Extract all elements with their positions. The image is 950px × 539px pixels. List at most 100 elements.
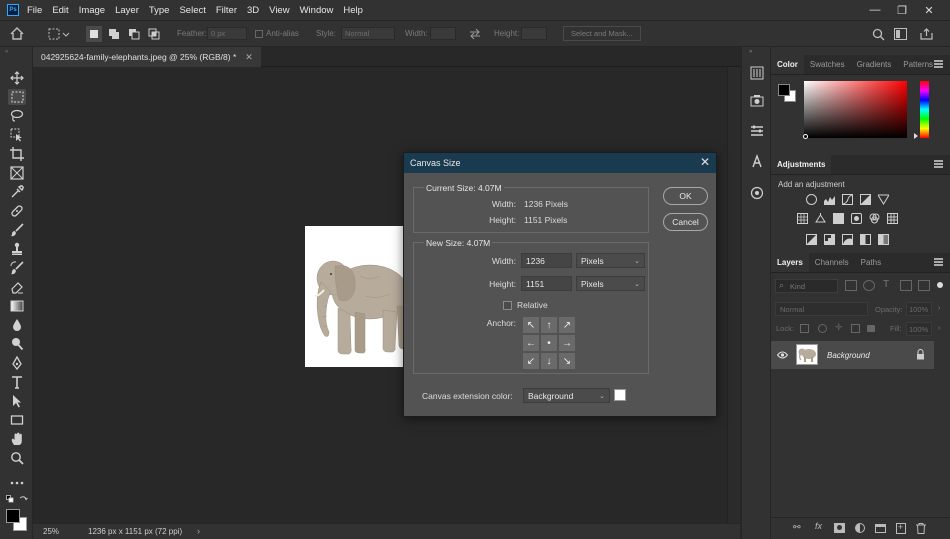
filter-toggle-icon[interactable]: [937, 282, 943, 288]
fill-input[interactable]: 100%: [906, 322, 932, 336]
channel-mixer-icon[interactable]: [869, 213, 880, 224]
black-white-icon[interactable]: [833, 213, 844, 224]
layers-panel-menu-icon[interactable]: [934, 258, 943, 266]
tab-patterns[interactable]: Patterns: [897, 54, 939, 74]
more-tools-icon[interactable]: [8, 475, 26, 491]
menu-filter[interactable]: Filter: [216, 5, 237, 16]
search-icon[interactable]: [872, 28, 885, 41]
color-balance-icon[interactable]: [815, 213, 826, 224]
width-input[interactable]: 1236: [521, 253, 572, 268]
menu-edit[interactable]: Edit: [52, 5, 68, 16]
pen-tool-icon[interactable]: [8, 355, 26, 371]
anchor-center[interactable]: •: [541, 335, 557, 351]
ok-button[interactable]: OK: [663, 187, 708, 205]
levels-icon[interactable]: [824, 194, 835, 205]
tab-adjustments[interactable]: Adjustments: [771, 154, 832, 174]
tab-swatches[interactable]: Swatches: [804, 54, 851, 74]
filter-shape-icon[interactable]: [900, 280, 912, 291]
object-selection-tool-icon[interactable]: [8, 127, 26, 143]
lasso-tool-icon[interactable]: [8, 108, 26, 124]
opacity-dropdown-icon[interactable]: ›: [938, 305, 940, 312]
anchor-top-left[interactable]: ↖: [523, 317, 539, 333]
anchor-bottom[interactable]: ↓: [541, 353, 557, 369]
color-picker-cursor[interactable]: [803, 134, 808, 139]
collapse-strip-icon[interactable]: »: [749, 49, 752, 55]
type-tool-icon[interactable]: [8, 374, 26, 390]
menu-image[interactable]: Image: [79, 5, 105, 16]
gradient-map-icon[interactable]: [860, 234, 871, 245]
gradient-tool-icon[interactable]: [8, 298, 26, 314]
dodge-tool-icon[interactable]: [8, 336, 26, 352]
color-lookup-icon[interactable]: [887, 213, 898, 224]
brush-tool-icon[interactable]: [8, 222, 26, 238]
height-unit-select[interactable]: Pixels ⌄: [576, 276, 645, 291]
subtract-from-selection-icon[interactable]: [126, 26, 142, 42]
collapse-toolbar-icon[interactable]: «: [5, 49, 8, 55]
threshold-icon[interactable]: [842, 234, 853, 245]
dialog-close-icon[interactable]: ✕: [700, 156, 710, 168]
hand-tool-icon[interactable]: [8, 431, 26, 447]
cancel-button[interactable]: Cancel: [663, 213, 708, 231]
document-tab[interactable]: 042925624-family-elephants.jpeg @ 25% (R…: [33, 47, 261, 67]
tab-color[interactable]: Color: [771, 54, 804, 74]
feather-input[interactable]: 0 px: [207, 27, 247, 40]
menu-file[interactable]: File: [27, 5, 42, 16]
dialog-titlebar[interactable]: Canvas Size: [404, 153, 716, 173]
vibrance-icon[interactable]: [878, 194, 889, 205]
tab-paths[interactable]: Paths: [855, 252, 887, 272]
lock-position-icon[interactable]: ✛: [835, 322, 843, 333]
lock-artboard-icon[interactable]: [851, 324, 860, 333]
delete-layer-icon[interactable]: [916, 523, 926, 534]
photo-filter-icon[interactable]: [851, 213, 862, 224]
menu-type[interactable]: Type: [149, 5, 170, 16]
anchor-left[interactable]: ←: [523, 335, 539, 351]
fill-dropdown-icon[interactable]: ›: [938, 325, 940, 332]
close-document-icon[interactable]: ✕: [245, 52, 253, 63]
link-layers-icon[interactable]: ⚯: [793, 522, 801, 533]
anchor-bottom-left[interactable]: ↙: [523, 353, 539, 369]
navigator-panel-icon[interactable]: [749, 185, 765, 201]
menu-3d[interactable]: 3D: [247, 5, 259, 16]
swap-icon[interactable]: [469, 28, 481, 40]
history-panel-icon[interactable]: [749, 65, 765, 81]
clone-stamp-tool-icon[interactable]: [8, 241, 26, 257]
close-window-button[interactable]: ✕: [918, 0, 940, 20]
exposure-icon[interactable]: [860, 194, 871, 205]
history-brush-tool-icon[interactable]: [8, 260, 26, 276]
color-picker-field[interactable]: [804, 81, 907, 138]
menu-layer[interactable]: Layer: [115, 5, 139, 16]
blur-tool-icon[interactable]: [8, 317, 26, 333]
layer-kind-filter[interactable]: ⌕ Kind: [775, 279, 838, 293]
zoom-level[interactable]: 25%: [43, 527, 59, 536]
zoom-tool-icon[interactable]: [8, 450, 26, 466]
new-adjustment-layer-icon[interactable]: [855, 523, 865, 533]
properties-panel-icon[interactable]: [749, 123, 765, 139]
restore-button[interactable]: ❐: [891, 0, 913, 20]
filter-type-icon[interactable]: T: [883, 279, 889, 290]
minimize-button[interactable]: —: [864, 0, 886, 20]
lock-transparent-icon[interactable]: [800, 324, 809, 333]
status-expand-icon[interactable]: ›: [197, 526, 200, 536]
anchor-top-right[interactable]: ↗: [559, 317, 575, 333]
eraser-tool-icon[interactable]: [8, 279, 26, 295]
color-panel-menu-icon[interactable]: [934, 60, 943, 68]
hue-slider-marker[interactable]: [914, 133, 918, 139]
selective-color-icon[interactable]: [878, 234, 889, 245]
tab-channels[interactable]: Channels: [809, 252, 855, 272]
add-mask-icon[interactable]: [834, 523, 845, 533]
workspace-icon[interactable]: [894, 28, 907, 40]
visibility-eye-icon[interactable]: [777, 351, 788, 359]
tab-gradients[interactable]: Gradients: [851, 54, 898, 74]
add-to-selection-icon[interactable]: [106, 26, 122, 42]
new-group-icon[interactable]: [875, 524, 886, 533]
height-input[interactable]: [521, 27, 547, 40]
width-input[interactable]: [430, 27, 456, 40]
character-panel-icon[interactable]: [749, 153, 765, 169]
home-icon[interactable]: [10, 27, 24, 40]
lock-all-icon[interactable]: [867, 325, 875, 332]
layer-style-icon[interactable]: fx: [815, 521, 822, 531]
anchor-top[interactable]: ↑: [541, 317, 557, 333]
menu-select[interactable]: Select: [179, 5, 205, 16]
invert-icon[interactable]: [806, 234, 817, 245]
posterize-icon[interactable]: [824, 234, 835, 245]
